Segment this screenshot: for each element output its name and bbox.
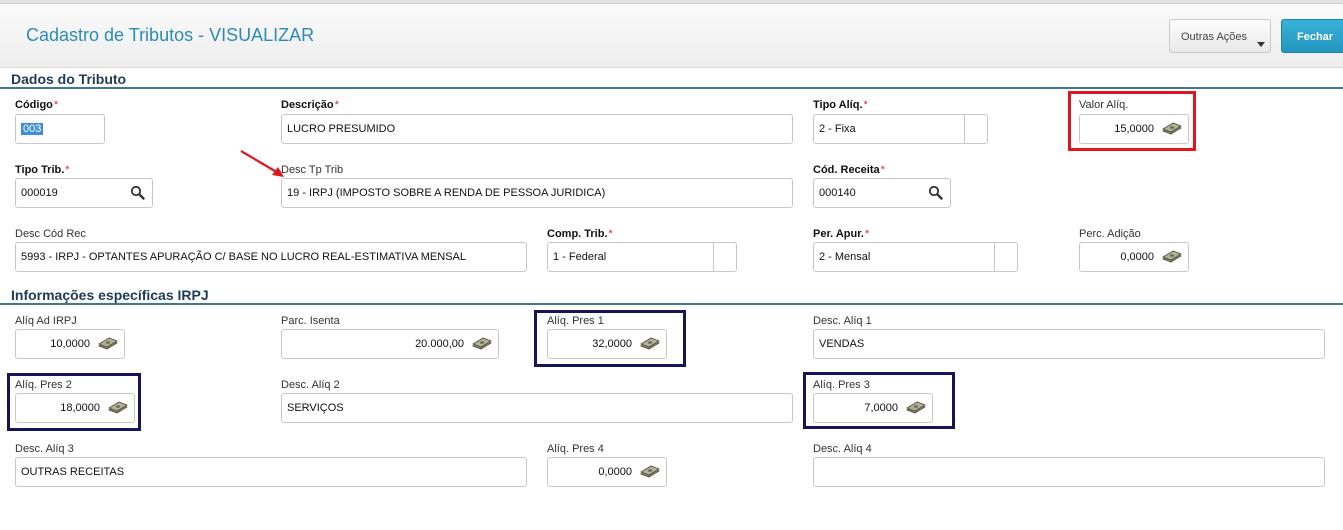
desc-tp-trib-label: Desc Tp Trib	[281, 164, 344, 176]
tipo-aliq-value: 2 - Fixa	[819, 123, 856, 135]
desc-aliq-1-value: VENDAS	[819, 338, 865, 350]
parc-isenta-label: Parc. Isenta	[281, 315, 340, 327]
cod-receita-label: Cód. Receita*	[813, 164, 885, 176]
money-icon[interactable]	[1162, 250, 1182, 264]
descricao-field[interactable]: LUCRO PRESUMIDO	[281, 114, 793, 144]
section-title-irpj: Informações específicas IRPJ	[11, 287, 209, 303]
top-border	[0, 0, 1343, 4]
per-apur-value: 2 - Mensal	[819, 251, 871, 263]
desc-aliq-3-value: OUTRAS RECEITAS	[21, 466, 125, 478]
dropdown-divider	[964, 115, 965, 143]
desc-cod-rec-field[interactable]: 5993 - IRPJ - OPTANTES APURAÇÃO C/ BASE …	[15, 242, 527, 272]
desc-aliq-4-field[interactable]	[813, 457, 1325, 487]
descricao-value: LUCRO PRESUMIDO	[287, 123, 396, 135]
money-icon[interactable]	[472, 337, 492, 351]
comp-trib-label: Comp. Trib.*	[547, 228, 613, 240]
highlight-red-box	[1068, 91, 1196, 151]
tipo-trib-value: 000019	[21, 187, 58, 199]
perc-adicao-field[interactable]: 0,0000	[1079, 242, 1189, 272]
desc-cod-rec-label: Desc Cód Rec	[15, 228, 86, 240]
tipo-trib-field[interactable]: 000019	[15, 178, 153, 208]
dropdown-divider	[713, 243, 714, 271]
per-apur-select[interactable]: 2 - Mensal	[813, 242, 1018, 272]
aliq-ad-irpj-value: 10,0000	[50, 338, 90, 350]
highlight-blue-box	[7, 373, 141, 431]
search-icon[interactable]	[130, 185, 145, 200]
desc-tp-trib-field[interactable]: 19 - IRPJ (IMPOSTO SOBRE A RENDA DE PESS…	[281, 178, 793, 208]
desc-aliq-1-field[interactable]: VENDAS	[813, 329, 1325, 359]
section-title-dados: Dados do Tributo	[11, 71, 127, 87]
aliq-ad-irpj-field[interactable]: 10,0000	[15, 329, 125, 359]
highlight-blue-box	[803, 372, 955, 429]
aliq-pres-4-label: Alíq. Pres 4	[547, 443, 604, 455]
desc-cod-rec-value: 5993 - IRPJ - OPTANTES APURAÇÃO C/ BASE …	[21, 251, 466, 263]
parc-isenta-value: 20.000,00	[415, 338, 464, 350]
page-title: Cadastro de Tributos - VISUALIZAR	[26, 25, 315, 45]
tipo-trib-label: Tipo Trib.*	[15, 164, 70, 176]
aliq-pres-4-value: 0,0000	[598, 466, 632, 478]
perc-adicao-value: 0,0000	[1120, 251, 1154, 263]
desc-aliq-2-field[interactable]: SERVIÇOS	[281, 393, 793, 423]
caret-down-icon	[1257, 42, 1265, 47]
comp-trib-value: 1 - Federal	[553, 251, 607, 263]
cod-receita-value: 000140	[819, 187, 856, 199]
money-icon[interactable]	[640, 465, 660, 479]
desc-aliq-3-label: Desc. Alíq 3	[15, 443, 74, 455]
desc-aliq-3-field[interactable]: OUTRAS RECEITAS	[15, 457, 527, 487]
descricao-label: Descrição*	[281, 99, 339, 111]
desc-aliq-4-label: Desc. Alíq 4	[813, 443, 872, 455]
codigo-value: 003	[21, 123, 44, 135]
tipo-aliq-select[interactable]: 2 - Fixa	[813, 114, 988, 144]
close-button[interactable]: Fechar	[1281, 19, 1343, 53]
perc-adicao-label: Perc. Adição	[1079, 228, 1141, 240]
section-divider	[0, 303, 1343, 305]
search-icon[interactable]	[928, 185, 943, 200]
other-actions-label: Outras Ações	[1181, 31, 1248, 43]
desc-aliq-2-label: Desc. Alíq 2	[281, 379, 340, 391]
aliq-ad-irpj-label: Alíq Ad IRPJ	[15, 315, 77, 327]
tipo-aliq-label: Tipo Alíq.*	[813, 99, 868, 111]
desc-tp-trib-value: 19 - IRPJ (IMPOSTO SOBRE A RENDA DE PESS…	[287, 187, 606, 199]
money-icon[interactable]	[98, 337, 118, 351]
comp-trib-select[interactable]: 1 - Federal	[547, 242, 737, 272]
desc-aliq-2-value: SERVIÇOS	[287, 402, 344, 414]
parc-isenta-field[interactable]: 20.000,00	[281, 329, 499, 359]
codigo-label: Código*	[15, 99, 59, 111]
cod-receita-field[interactable]: 000140	[813, 178, 951, 208]
other-actions-button[interactable]: Outras Ações	[1169, 19, 1271, 53]
codigo-field[interactable]: 003	[15, 114, 105, 144]
aliq-pres-4-field[interactable]: 0,0000	[547, 457, 667, 487]
per-apur-label: Per. Apur.*	[813, 228, 870, 240]
highlight-blue-box	[534, 310, 686, 367]
top-bar: Cadastro de Tributos - VISUALIZAR Outras…	[0, 0, 1343, 68]
dropdown-divider	[994, 243, 995, 271]
section-divider	[0, 87, 1343, 89]
desc-aliq-1-label: Desc. Alíq 1	[813, 315, 872, 327]
